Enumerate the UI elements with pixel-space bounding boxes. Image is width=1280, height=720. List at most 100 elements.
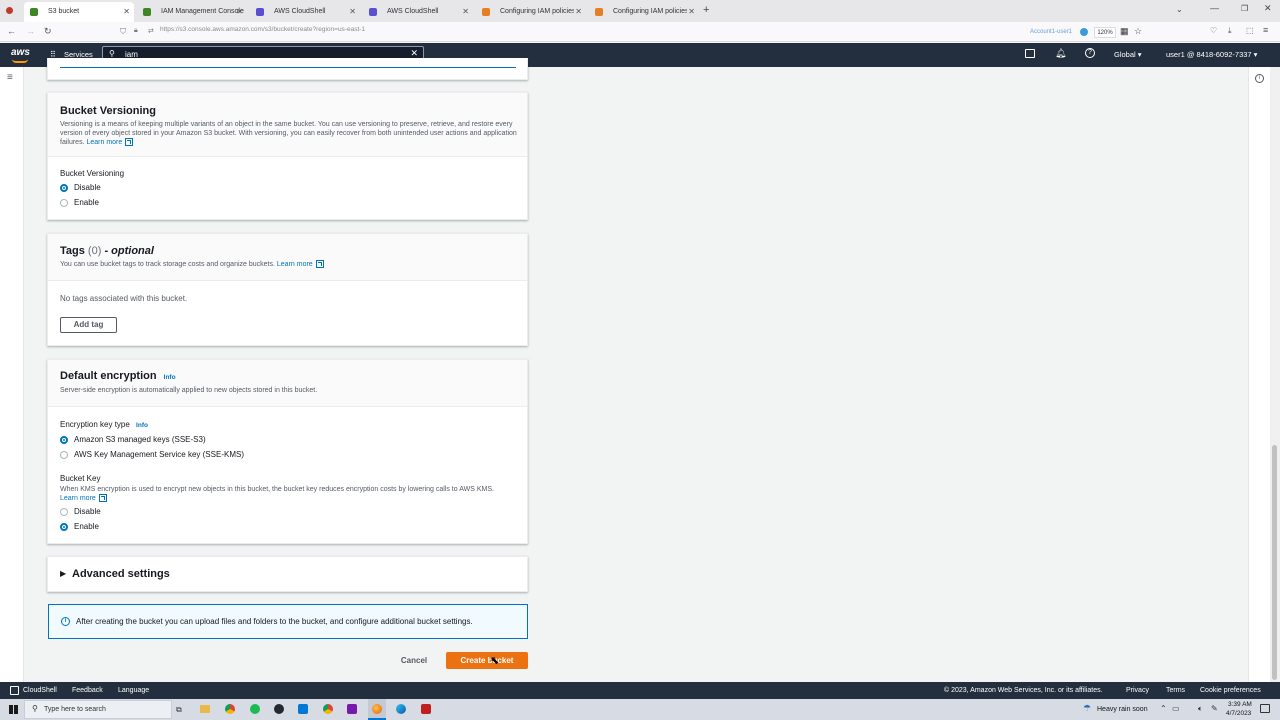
weather-text[interactable]: Heavy rain soon: [1097, 706, 1148, 713]
tab-list-icon[interactable]: ⌄: [1176, 5, 1183, 14]
key-type-label: Encryption key type Info: [60, 420, 148, 429]
browser-tab[interactable]: S3 bucket ✕: [24, 2, 134, 22]
onenote-icon[interactable]: [347, 704, 357, 714]
taskbar-search-box[interactable]: ⚲ Type here to search: [24, 700, 172, 719]
forward-icon[interactable]: →: [26, 26, 35, 36]
back-icon[interactable]: ←: [7, 26, 16, 36]
cloudshell-link[interactable]: CloudShell: [23, 687, 57, 694]
cancel-button[interactable]: Cancel: [390, 652, 438, 669]
new-tab-icon[interactable]: +: [703, 4, 709, 16]
chrome-icon[interactable]: [225, 704, 235, 714]
account-badge: Account1-user1: [1030, 29, 1073, 35]
minimize-icon[interactable]: —: [1210, 3, 1219, 13]
edge-icon[interactable]: [396, 704, 406, 714]
region-selector[interactable]: Global ▾: [1114, 50, 1142, 59]
scrollbar-thumb[interactable]: [1272, 445, 1277, 680]
clock-date[interactable]: 4/7/2023: [1226, 710, 1251, 717]
volume-icon[interactable]: 🔈︎: [1198, 704, 1203, 714]
extension-icon[interactable]: ⬚: [1246, 26, 1254, 35]
sse-s3-radio[interactable]: [60, 436, 68, 444]
account-menu[interactable]: user1 @ 8418-6092-7337 ▾: [1166, 50, 1257, 59]
close-tab-icon[interactable]: ✕: [236, 2, 243, 22]
aws-logo[interactable]: aws: [11, 47, 30, 63]
tags-header: [48, 234, 527, 281]
close-tab-icon[interactable]: ✕: [462, 2, 469, 22]
bell-icon[interactable]: 🔔︎: [1055, 48, 1066, 59]
key-type-info-link[interactable]: Info: [136, 422, 148, 429]
windows-start-icon[interactable]: [9, 705, 18, 714]
browser-tab[interactable]: IAM Management Console ✕: [137, 2, 247, 22]
taskbar-search-input[interactable]: Type here to search: [44, 706, 106, 713]
maximize-icon[interactable]: ❐: [1241, 4, 1248, 13]
advanced-settings-title[interactable]: Advanced settings: [72, 568, 170, 580]
add-tag-button[interactable]: Add tag: [60, 317, 117, 333]
menu-icon[interactable]: ≡: [1263, 25, 1268, 35]
downloads-icon[interactable]: ⤓: [1228, 26, 1232, 36]
sse-kms-label[interactable]: AWS Key Management Service key (SSE-KMS): [74, 450, 244, 459]
browser-menu-icon[interactable]: [6, 7, 13, 14]
versioning-learn-more-link[interactable]: Learn more: [86, 139, 122, 146]
right-tools-rail: i: [1248, 67, 1270, 682]
bucket-key-enable-label[interactable]: Enable: [74, 522, 99, 531]
tray-chevron-icon[interactable]: ⌃: [1160, 704, 1167, 713]
reload-icon[interactable]: ↻: [44, 26, 52, 37]
shield-icon: ⛉: [120, 27, 126, 36]
chrome-alt-icon[interactable]: [323, 704, 333, 714]
language-link[interactable]: Language: [118, 687, 149, 694]
versioning-enable-label[interactable]: Enable: [74, 198, 99, 207]
close-window-icon[interactable]: ✕: [1264, 3, 1272, 14]
help-icon[interactable]: ?: [1085, 48, 1095, 58]
close-tab-icon[interactable]: ✕: [349, 2, 356, 22]
browser-tab[interactable]: Configuring IAM policies for us✕: [589, 2, 699, 22]
encryption-info-link[interactable]: Info: [164, 374, 176, 381]
versioning-disable-label[interactable]: Disable: [74, 183, 101, 192]
browser-tab[interactable]: AWS CloudShell ✕: [363, 2, 473, 22]
sse-kms-radio[interactable]: [60, 451, 68, 459]
docs-tab-icon: [482, 8, 490, 16]
bucket-key-disable-label[interactable]: Disable: [74, 507, 101, 516]
close-tab-icon[interactable]: ✕: [123, 2, 130, 22]
browser-tab[interactable]: Configuring IAM policies for us✕: [476, 2, 586, 22]
spotify-icon[interactable]: [250, 704, 260, 714]
extensions-icon[interactable]: ▦: [1120, 26, 1129, 37]
clock-time[interactable]: 3:39 AM: [1228, 701, 1252, 708]
weather-icon[interactable]: ☂: [1083, 703, 1091, 714]
bucket-key-learn-more-link[interactable]: Learn more: [60, 495, 96, 502]
notifications-icon[interactable]: [1260, 704, 1270, 713]
cloudshell-icon[interactable]: [1025, 49, 1035, 58]
pocket-icon[interactable]: ♡: [1210, 26, 1217, 35]
network-icon[interactable]: ▭: [1172, 704, 1180, 713]
acrobat-icon[interactable]: [421, 704, 431, 714]
hamburger-icon[interactable]: ≡: [7, 72, 13, 83]
feedback-link[interactable]: Feedback: [72, 687, 103, 694]
terms-link[interactable]: Terms: [1166, 687, 1185, 694]
mouse-cursor-icon: ⬉: [490, 655, 500, 667]
browser-tab[interactable]: AWS CloudShell ✕: [250, 2, 360, 22]
privacy-link[interactable]: Privacy: [1126, 687, 1149, 694]
bookmark-star-icon[interactable]: ☆: [1134, 26, 1142, 37]
bucket-key-disable-radio[interactable]: [60, 508, 68, 516]
zoom-level[interactable]: 120%: [1094, 27, 1116, 38]
info-panel-icon[interactable]: i: [1255, 74, 1264, 83]
close-tab-icon[interactable]: ✕: [575, 2, 582, 22]
advanced-settings-card[interactable]: ▶ Advanced settings: [47, 556, 528, 592]
pen-icon[interactable]: ✎: [1211, 704, 1218, 713]
encryption-description: Server-side encryption is automatically …: [60, 387, 318, 394]
tags-description: You can use bucket tags to track storage…: [60, 260, 520, 269]
vscode-icon[interactable]: [298, 704, 308, 714]
github-icon[interactable]: [274, 704, 284, 714]
tags-learn-more-link[interactable]: Learn more: [277, 261, 313, 268]
s3-tab-icon: [30, 8, 38, 16]
bucket-key-enable-radio[interactable]: [60, 523, 68, 531]
tags-card: Tags (0) - optional You can use bucket t…: [47, 233, 528, 346]
file-explorer-icon[interactable]: [200, 705, 210, 713]
create-bucket-button[interactable]: Create bucket: [446, 652, 528, 669]
versioning-enable-radio[interactable]: [60, 199, 68, 207]
task-view-icon[interactable]: ⧉: [176, 705, 182, 715]
versioning-disable-radio[interactable]: [60, 184, 68, 192]
permissions-icon[interactable]: ⇄: [148, 27, 154, 35]
cloudshell-footer-icon[interactable]: [10, 686, 19, 695]
sse-s3-label[interactable]: Amazon S3 managed keys (SSE-S3): [74, 435, 206, 444]
cookie-preferences-link[interactable]: Cookie preferences: [1200, 687, 1261, 694]
close-tab-icon[interactable]: ✕: [688, 2, 695, 22]
